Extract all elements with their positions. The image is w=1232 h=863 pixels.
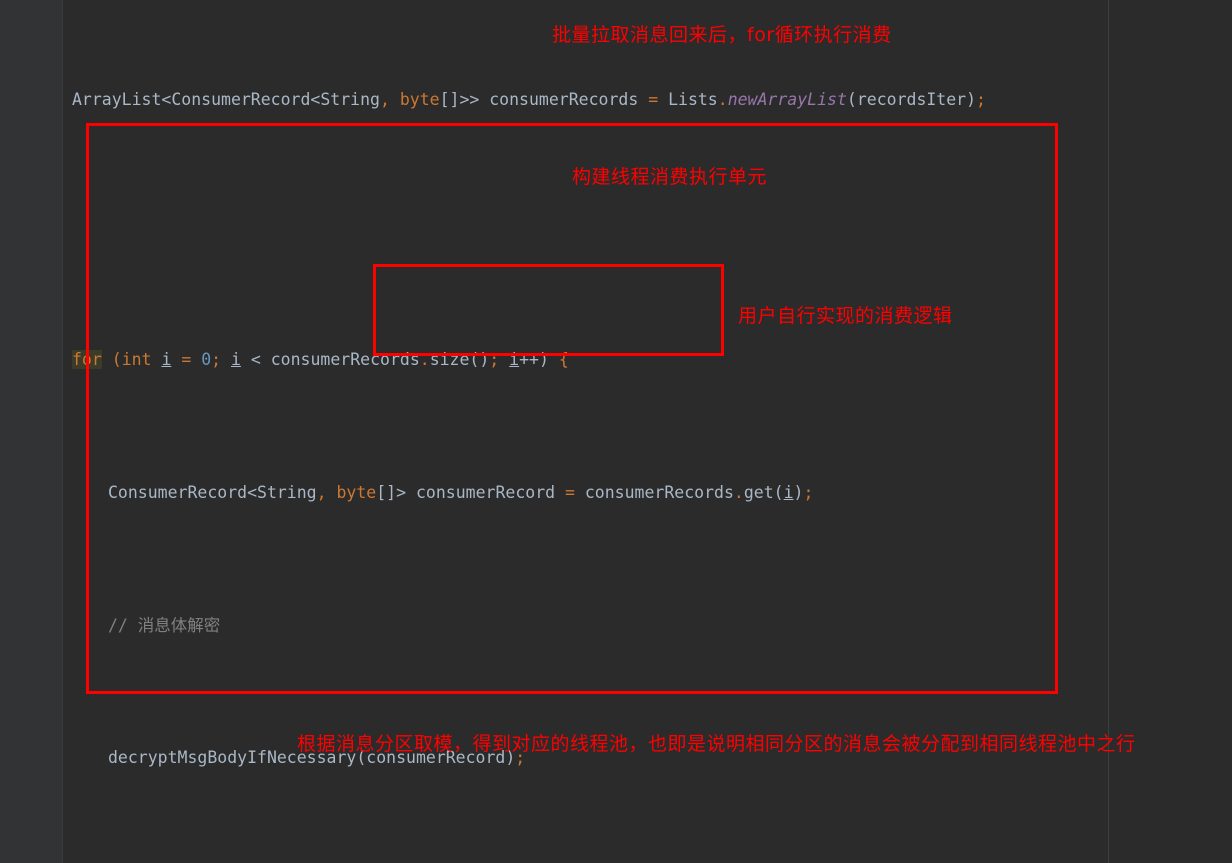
annotation-build-thread-unit: 构建线程消费执行单元 — [572, 166, 768, 188]
code-line: ArrayList<ConsumerRecord<String, byte[]>… — [72, 89, 986, 109]
code-line: ConsumerRecord<String, byte[]> consumerR… — [108, 482, 814, 502]
annotation-user-consume-logic: 用户自行实现的消费逻辑 — [738, 305, 953, 327]
code-line: // 消息体解密 — [108, 615, 221, 635]
code-editor[interactable]: ArrayList<ConsumerRecord<String, byte[]>… — [0, 0, 1232, 863]
annotation-batch-pull: 批量拉取消息回来后，for循环执行消费 — [552, 24, 892, 46]
code-line: for (int i = 0; i < consumerRecords.size… — [72, 350, 569, 370]
annotation-partition-modulo: 根据消息分区取模，得到对应的线程池，也即是说明相同分区的消息会被分配到相同线程池… — [297, 733, 1136, 755]
